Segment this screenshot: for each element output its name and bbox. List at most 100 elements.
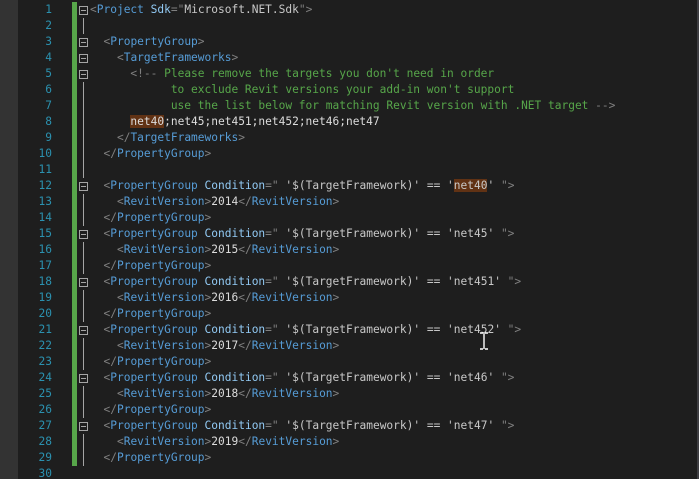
code-line[interactable]: 18 <PropertyGroup Condition=" '$(TargetF…: [0, 274, 699, 290]
code-text[interactable]: use the list below for matching Revit ve…: [90, 98, 616, 114]
collapse-icon[interactable]: [79, 38, 88, 47]
collapse-icon[interactable]: [79, 70, 88, 79]
code-text[interactable]: </PropertyGroup>: [90, 354, 211, 370]
code-line[interactable]: 1 <Project Sdk="Microsoft.NET.Sdk">: [0, 2, 699, 18]
code-line[interactable]: 8 net40;net45;net451;net452;net46;net47: [0, 114, 699, 130]
code-text[interactable]: </PropertyGroup>: [90, 402, 211, 418]
code-line[interactable]: 29 </PropertyGroup>: [0, 450, 699, 466]
code-token: RevitVersion: [123, 387, 205, 400]
code-token: -->: [595, 99, 616, 112]
change-indicator: [72, 354, 77, 370]
code-text[interactable]: <RevitVersion>2017</RevitVersion>: [90, 338, 339, 354]
code-text[interactable]: <PropertyGroup>: [90, 34, 204, 50]
code-line[interactable]: 16 <RevitVersion>2015</RevitVersion>: [0, 242, 699, 258]
code-token: Condition: [204, 419, 266, 432]
code-line[interactable]: 19 <RevitVersion>2016</RevitVersion>: [0, 290, 699, 306]
code-line[interactable]: 21 <PropertyGroup Condition=" '$(TargetF…: [0, 322, 699, 338]
code-line[interactable]: 5 <!-- Please remove the targets you don…: [0, 66, 699, 82]
collapse-icon[interactable]: [79, 374, 88, 383]
code-text[interactable]: net40;net45;net451;net452;net46;net47: [90, 114, 380, 130]
code-text[interactable]: <PropertyGroup Condition=" '$(TargetFram…: [90, 178, 514, 194]
code-text[interactable]: </PropertyGroup>: [90, 210, 211, 226]
line-number: 10: [38, 147, 52, 160]
code-line[interactable]: 3 <PropertyGroup>: [0, 34, 699, 50]
code-text[interactable]: <!-- Please remove the targets you don't…: [90, 66, 494, 82]
code-line[interactable]: 2: [0, 18, 699, 34]
code-text[interactable]: <RevitVersion>2014</RevitVersion>: [90, 194, 339, 210]
code-token: Condition: [204, 371, 266, 384]
code-line[interactable]: 12 <PropertyGroup Condition=" '$(TargetF…: [0, 178, 699, 194]
code-token: <!--: [130, 67, 158, 80]
code-line[interactable]: 7 use the list below for matching Revit …: [0, 98, 699, 114]
code-line[interactable]: 15 <PropertyGroup Condition=" '$(TargetF…: [0, 226, 699, 242]
code-text[interactable]: </PropertyGroup>: [90, 146, 211, 162]
code-text[interactable]: </TargetFrameworks>: [90, 130, 245, 146]
code-token: >: [204, 259, 212, 272]
code-text[interactable]: <PropertyGroup Condition=" '$(TargetFram…: [90, 322, 521, 338]
code-token: '$(TargetFramework)' == 'net47': [278, 419, 501, 432]
code-text[interactable]: <RevitVersion>2015</RevitVersion>: [90, 242, 339, 258]
code-text[interactable]: </PropertyGroup>: [90, 306, 211, 322]
code-line[interactable]: 13 <RevitVersion>2014</RevitVersion>: [0, 194, 699, 210]
line-number: 27: [38, 419, 52, 432]
code-token: </: [103, 211, 117, 224]
fold-guide: [83, 386, 84, 402]
change-indicator: [72, 130, 77, 146]
code-text[interactable]: <Project Sdk="Microsoft.NET.Sdk">: [90, 2, 312, 18]
line-number: 5: [45, 67, 52, 80]
code-line[interactable]: 27 <PropertyGroup Condition=" '$(TargetF…: [0, 418, 699, 434]
fold-guide: [83, 162, 84, 178]
code-text[interactable]: <TargetFrameworks>: [90, 50, 238, 66]
code-line[interactable]: 9 </TargetFrameworks>: [0, 130, 699, 146]
code-text[interactable]: <PropertyGroup Condition=" '$(TargetFram…: [90, 274, 521, 290]
code-text[interactable]: <RevitVersion>2016</RevitVersion>: [90, 290, 339, 306]
change-indicator: [72, 2, 77, 18]
code-text[interactable]: </PropertyGroup>: [90, 258, 211, 274]
collapse-icon[interactable]: [79, 326, 88, 335]
code-text[interactable]: <RevitVersion>2019</RevitVersion>: [90, 434, 339, 450]
code-token: ">: [507, 275, 522, 288]
line-number: 1: [45, 3, 52, 16]
code-token: <: [116, 291, 124, 304]
collapse-icon[interactable]: [79, 278, 88, 287]
collapse-icon[interactable]: [79, 422, 88, 431]
collapse-icon[interactable]: [79, 54, 88, 63]
code-line[interactable]: 28 <RevitVersion>2019</RevitVersion>: [0, 434, 699, 450]
code-text[interactable]: <PropertyGroup Condition=" '$(TargetFram…: [90, 370, 514, 386]
code-text[interactable]: </PropertyGroup>: [90, 450, 211, 466]
change-indicator: [72, 402, 77, 418]
code-token: </: [103, 259, 117, 272]
collapse-icon[interactable]: [79, 230, 88, 239]
change-indicator: [72, 434, 77, 450]
collapse-icon[interactable]: [79, 6, 88, 15]
code-token: Condition: [204, 275, 266, 288]
code-line[interactable]: 24 <PropertyGroup Condition=" '$(TargetF…: [0, 370, 699, 386]
code-line[interactable]: 25 <RevitVersion>2018</RevitVersion>: [0, 386, 699, 402]
code-line[interactable]: 4 <TargetFrameworks>: [0, 50, 699, 66]
code-line[interactable]: 22 <RevitVersion>2017</RevitVersion>: [0, 338, 699, 354]
code-line[interactable]: 6 to exclude Revit versions your add-in …: [0, 82, 699, 98]
code-token: >: [332, 195, 340, 208]
code-token: Condition: [204, 227, 266, 240]
code-line[interactable]: 23 </PropertyGroup>: [0, 354, 699, 370]
code-text[interactable]: to exclude Revit versions your add-in wo…: [90, 82, 515, 98]
code-line[interactable]: 20 </PropertyGroup>: [0, 306, 699, 322]
code-line[interactable]: 11: [0, 162, 699, 178]
code-line[interactable]: 17 </PropertyGroup>: [0, 258, 699, 274]
code-text[interactable]: <RevitVersion>2018</RevitVersion>: [90, 386, 339, 402]
change-indicator: [72, 66, 77, 82]
code-line[interactable]: 30: [0, 466, 699, 479]
code-text[interactable]: <PropertyGroup Condition=" '$(TargetFram…: [90, 226, 514, 242]
code-text[interactable]: <PropertyGroup Condition=" '$(TargetFram…: [90, 418, 514, 434]
code-token: 2019: [211, 435, 239, 448]
collapse-icon[interactable]: [79, 182, 88, 191]
code-editor[interactable]: 1 <Project Sdk="Microsoft.NET.Sdk"> 2 3 <Pr…: [0, 0, 699, 479]
code-token: '$(TargetFramework)' == 'net46': [278, 371, 501, 384]
code-line[interactable]: 10 </PropertyGroup>: [0, 146, 699, 162]
code-line[interactable]: 14 </PropertyGroup>: [0, 210, 699, 226]
code-token: RevitVersion: [251, 435, 333, 448]
code-line[interactable]: 26 </PropertyGroup>: [0, 402, 699, 418]
